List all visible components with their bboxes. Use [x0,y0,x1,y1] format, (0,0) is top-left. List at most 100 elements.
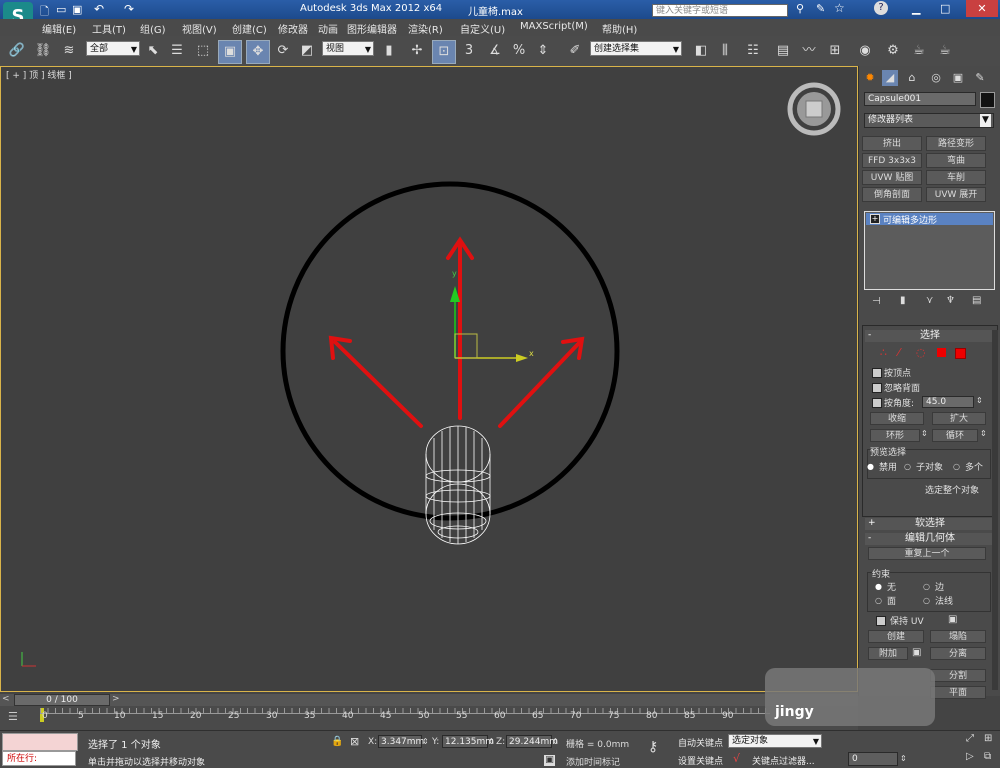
preserve-uv-checkbox[interactable] [876,616,886,626]
add-time-tag[interactable]: 添加时间标记 [566,755,620,768]
select-by-name-icon[interactable]: ☰ [166,40,188,62]
utilities-tab-icon[interactable]: ✎ [972,70,988,86]
create-tab-icon[interactable]: ✹ [862,70,878,86]
menu-tools[interactable]: 工具(T) [92,21,126,36]
binoculars-icon[interactable]: ⚲ [796,2,804,15]
maxscript-listener[interactable] [2,733,78,751]
object-name-field[interactable]: Capsule001 [864,92,976,106]
slice-plane-button[interactable]: 分割 [930,669,986,682]
bind-spacewarp-icon[interactable]: ≋ [58,40,80,62]
x-coord-field[interactable]: 3.347mm [378,735,424,748]
render-production-icon[interactable]: ☕ [934,40,956,62]
constraint-face-radio[interactable]: ○ [875,596,882,605]
border-subobj-icon[interactable]: ◌ [916,346,926,359]
spinner-arrows-icon[interactable]: ⇕ [976,396,983,405]
show-end-result-icon[interactable]: ▮ [900,295,906,306]
star-icon[interactable]: ☆ [834,1,845,15]
display-tab-icon[interactable]: ▣ [950,70,966,86]
menu-graph-editors[interactable]: 图形编辑器 [347,21,397,36]
constraint-edge-radio[interactable]: ○ [923,582,930,591]
motion-tab-icon[interactable]: ◎ [928,70,944,86]
named-selection-dropdown[interactable]: 创建选择集 ▼ [590,41,682,56]
mod-pathdeform-button[interactable]: 路径变形 [926,136,986,151]
element-subobj-icon[interactable] [955,348,966,359]
rendered-frame-icon[interactable]: ☕ [908,40,930,62]
link-icon[interactable]: 🔗 [6,40,28,62]
spinner-icon[interactable]: ⇕ [900,754,907,763]
menu-edit[interactable]: 编辑(E) [42,21,76,36]
key-filter-icon[interactable]: √ [733,752,740,765]
window-crossing-icon[interactable]: ▣ [218,40,242,64]
curve-editor-icon[interactable]: 〰 [798,40,820,62]
panel-scrollbar[interactable] [992,330,998,690]
loop-button[interactable]: 循环 [932,429,978,442]
fov-icon[interactable]: ▷ [966,751,974,762]
mod-ffd-button[interactable]: FFD 3x3x3 [862,153,922,168]
menu-animation[interactable]: 动画 [318,21,338,36]
material-editor-icon[interactable]: ◉ [854,40,876,62]
loop-spinner-icon[interactable]: ⇕ [980,429,987,438]
mod-extrude-button[interactable]: 挤出 [862,136,922,151]
zoom-extents-icon[interactable]: ⤢ [966,733,974,744]
make-unique-icon[interactable]: ⋎ [926,295,933,306]
layer-manager-icon[interactable]: ☷ [742,40,764,62]
menu-group[interactable]: 组(G) [140,21,166,36]
mod-bend-button[interactable]: 弯曲 [926,153,986,168]
quick-open-icon[interactable]: ▭ [56,3,66,16]
ring-button[interactable]: 环形 [870,429,920,442]
vertex-subobj-icon[interactable]: ∴ [880,346,887,359]
close-button[interactable]: ✕ [966,0,998,17]
ribbon-icon[interactable]: ▤ [772,40,794,62]
edit-named-sel-icon[interactable]: ✐ [564,40,586,62]
preview-disabled-radio[interactable]: ● [867,462,874,471]
selection-rollout-header[interactable]: 选择 [865,330,995,342]
select-scale-icon[interactable]: ◩ [296,40,318,62]
menu-customize[interactable]: 自定义(U) [460,21,505,36]
selection-filter-dropdown[interactable]: 全部 ▼ [86,41,140,56]
search-input[interactable]: 键入关键字或短语 [652,4,788,17]
polygon-subobj-icon[interactable] [937,348,946,357]
by-angle-checkbox[interactable] [872,398,882,408]
detach-button[interactable]: 分离 [930,647,986,660]
grow-button[interactable]: 扩大 [932,412,986,425]
keyboard-shortcut-icon[interactable]: ⊡ [432,40,456,64]
hierarchy-tab-icon[interactable]: ⌂ [904,70,920,86]
mod-bevelprofile-button[interactable]: 倒角剖面 [862,187,922,202]
y-coord-field[interactable]: 12.135mm [442,735,494,748]
time-slider-thumb[interactable]: 0 / 100 [14,694,110,706]
set-key-button[interactable]: 设置关键点 [678,754,723,767]
collapse-icon[interactable]: - [868,533,871,543]
minimize-button[interactable]: ▁ [912,2,920,15]
stack-item[interactable]: + 可编辑多边形 [866,213,993,226]
schematic-view-icon[interactable]: ⊞ [824,40,846,62]
attach-button[interactable]: 附加 [868,647,908,660]
mirror-icon[interactable]: ◧ [690,40,712,62]
z-coord-field[interactable]: 29.244mm [506,735,558,748]
time-slider[interactable]: < 0 / 100 > [0,694,858,706]
lock-icon[interactable]: 🔒 [331,736,343,747]
soft-select-rollout-header[interactable]: 软选择 [865,518,995,530]
attach-list-icon[interactable]: ▣ [912,647,921,658]
help-icon[interactable]: ? [874,1,888,15]
menu-views[interactable]: 视图(V) [182,21,217,36]
abs-mode-icon[interactable]: ⊠ [350,735,359,748]
auto-key-button[interactable]: 自动关键点 [678,736,723,749]
menu-help[interactable]: 帮助(H) [602,21,637,36]
maximize-viewport-icon[interactable]: ⧉ [984,751,991,762]
quick-save-icon[interactable]: ▣ [72,3,82,16]
prev-frame-icon[interactable]: < [2,694,10,704]
menu-maxscript[interactable]: MAXScript(M) [520,21,588,32]
preview-multi-radio[interactable]: ○ [953,462,960,471]
spinner-snap-icon[interactable]: ⇕ [532,40,554,62]
expand-icon[interactable]: + [868,518,876,528]
collapse-button[interactable]: 塌陷 [930,630,986,643]
repeat-last-button[interactable]: 重复上一个 [868,547,986,560]
mini-curve-editor-icon[interactable]: ☰ [8,710,18,723]
current-frame-field[interactable]: 0 [848,752,898,766]
menu-create[interactable]: 创建(C) [232,21,267,36]
in-use-field[interactable]: 所在行: [2,751,76,766]
collapse-icon[interactable]: - [868,330,871,340]
edge-subobj-icon[interactable]: ⁄ [898,346,900,359]
modifier-list-dropdown[interactable]: 修改器列表 ▼ [864,113,994,128]
constraint-normal-radio[interactable]: ○ [923,596,930,605]
